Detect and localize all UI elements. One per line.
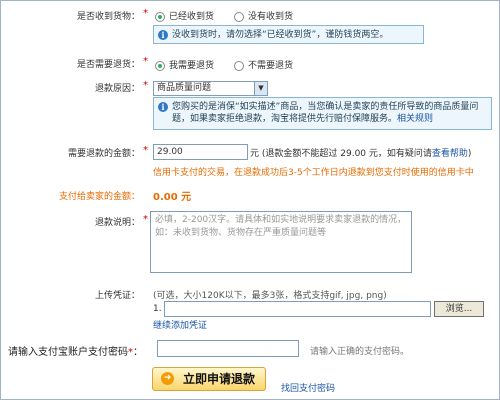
- password-label-text: 请输入支付宝账户支付密码: [8, 347, 128, 358]
- upload-label-text: 上传凭证：: [94, 291, 140, 301]
- need-return-yes-label: 我需要退货: [169, 61, 215, 71]
- radio-checked-icon: [155, 60, 165, 71]
- refund-amount-value: 29.00: [157, 147, 183, 157]
- chevron-down-icon[interactable]: ▼: [254, 82, 267, 95]
- pay-to-seller-label: 支付给卖家的金额：: [0, 189, 140, 202]
- reason-select[interactable]: 商品质量问题 ▼: [153, 81, 268, 96]
- related-rules-link[interactable]: 相关规则: [397, 114, 433, 124]
- amount-hint-text: (退款金额不能超过 29.00 元，如有疑问请: [261, 149, 432, 159]
- radio-unchecked-icon: [234, 60, 244, 71]
- radio-unchecked-icon: [234, 11, 244, 22]
- amount-unit: 元: [250, 149, 260, 159]
- password-hint: 请输入正确的支付密码。: [310, 347, 410, 357]
- reason-label: 退款原因：: [0, 81, 140, 94]
- need-return-required-mark: *: [143, 56, 148, 67]
- amount-label: 需要退款的金额：: [0, 146, 140, 159]
- received-label: 是否收到货物：: [0, 9, 140, 22]
- received-required-mark: *: [143, 8, 148, 19]
- amount-label-text: 需要退款的金额：: [67, 149, 140, 159]
- refund-description-textarea[interactable]: 必填，2-200汉字。请具体和如实地说明要求卖家退款的情况，如：未收到货物、货物…: [150, 211, 412, 273]
- upload-label: 上传凭证：: [0, 288, 140, 301]
- refund-amount-input[interactable]: 29.00: [153, 144, 248, 160]
- retrieve-password-link[interactable]: 找回支付密码: [281, 381, 335, 394]
- need-return-no-label: 不需要退货: [248, 61, 294, 71]
- browse-button[interactable]: 浏览...: [434, 301, 484, 317]
- upload-hint: (可选，大小120K以下，最多3张，格式支持gif, jpg, png): [153, 291, 387, 301]
- received-yes-radio[interactable]: 已经收到货: [155, 9, 214, 22]
- arrow-right-icon: ➜: [161, 372, 174, 385]
- need-return-yes-radio[interactable]: 我需要退货: [155, 58, 214, 71]
- amount-required-mark: *: [143, 145, 148, 156]
- reason-selected-value: 商品质量问题: [157, 83, 212, 93]
- received-label-text: 是否收到货物：: [76, 12, 140, 22]
- received-no-radio[interactable]: 没有收到货: [234, 9, 293, 22]
- reason-tip: i 您购买的是消保“如实描述”商品，当您确认是卖家的责任所导致的商品质量问题，如…: [153, 97, 492, 130]
- radio-checked-icon: [155, 11, 165, 22]
- view-help-link[interactable]: 查看帮助: [432, 149, 468, 159]
- payment-password-input[interactable]: [157, 340, 299, 357]
- credit-card-note: 信用卡支付的交易，在退款成功后3-5个工作日内退款到您支付时使用的信用卡中: [153, 168, 474, 178]
- need-return-no-radio[interactable]: 不需要退货: [234, 58, 293, 71]
- amount-hint-end: ): [467, 149, 472, 159]
- reason-required-mark: *: [143, 80, 148, 91]
- received-yes-label: 已经收到货: [169, 12, 215, 22]
- pay-to-seller-value: 0.00 元: [153, 192, 192, 203]
- info-icon: i: [158, 102, 168, 112]
- submit-refund-label: 立即申请退款: [183, 372, 256, 386]
- upload-row-number: 1.: [153, 304, 162, 314]
- description-required-mark: *: [143, 214, 148, 225]
- received-tip-text: 没收到货时，请勿选择“已经收到货”，谨防钱货两空。: [172, 30, 389, 40]
- amount-hint: 元 (退款金额不能超过 29.00 元，如有疑问请查看帮助): [250, 146, 471, 159]
- upload-file-path-input[interactable]: [164, 301, 431, 317]
- password-label-colon: ：: [133, 347, 143, 358]
- submit-refund-button[interactable]: ➜ 立即申请退款: [152, 367, 267, 391]
- browse-button-label: 浏览...: [445, 304, 473, 314]
- description-label-text: 退款说明：: [94, 218, 140, 228]
- description-label: 退款说明：: [0, 215, 140, 228]
- reason-label-text: 退款原因：: [94, 84, 140, 94]
- description-placeholder: 必填，2-200汉字。请具体和如实地说明要求卖家退款的情况，如：未收到货物、货物…: [155, 215, 407, 238]
- pay-to-seller-label-text: 支付给卖家的金额：: [58, 192, 140, 202]
- received-warning-tip: i 没收到货时，请勿选择“已经收到货”，谨防钱货两空。: [153, 25, 424, 44]
- add-voucher-link[interactable]: 继续添加凭证: [153, 318, 207, 331]
- received-no-label: 没有收到货: [248, 12, 294, 22]
- need-return-label: 是否需要退货：: [0, 57, 140, 70]
- info-icon: i: [158, 30, 168, 40]
- password-label: 请输入支付宝账户支付密码*：: [8, 343, 143, 358]
- need-return-label-text: 是否需要退货：: [76, 60, 140, 70]
